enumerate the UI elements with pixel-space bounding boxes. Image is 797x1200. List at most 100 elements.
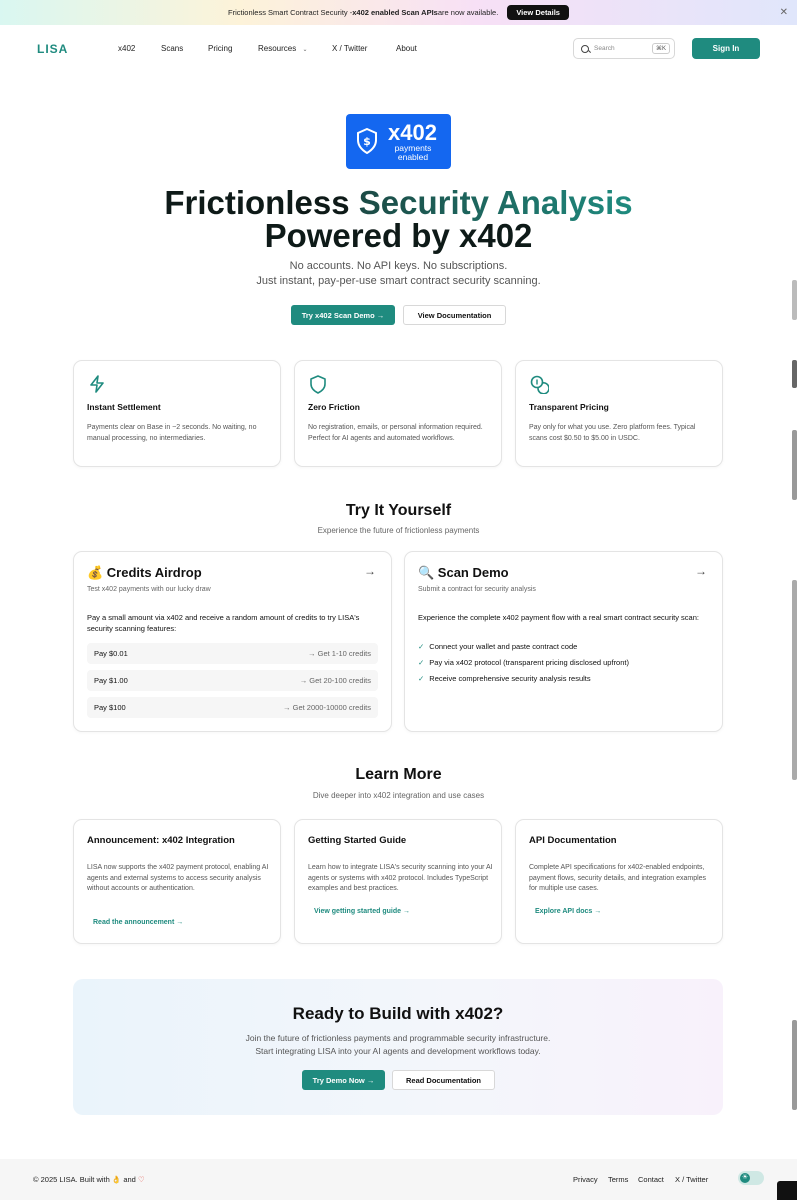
feature-card-instant-settlement: Instant Settlement Payments clear on Bas…	[73, 360, 281, 467]
scan-step-text: Pay via x402 protocol (transparent prici…	[429, 658, 629, 667]
learn-section-title: Learn More	[355, 766, 442, 783]
sun-icon: ☀	[740, 1173, 750, 1183]
scan-demo-card[interactable]: 🔍 Scan Demo → Submit a contract for secu…	[404, 551, 723, 732]
chevron-down-icon: ⌄	[302, 47, 308, 53]
tier-get: → Get 20-100 credits	[299, 676, 371, 685]
sign-in-button[interactable]: Sign In	[692, 38, 760, 59]
learn-card-getting-started: Getting Started Guide Learn how to integ…	[294, 819, 502, 944]
banner-text-prefix: Frictionless Smart Contract Security -	[228, 8, 353, 17]
learn-card-title: API Documentation	[529, 835, 617, 846]
tier-pay: Pay $0.01	[94, 649, 128, 658]
coins-icon	[530, 375, 549, 394]
tier-get: → Get 2000-10000 credits	[283, 703, 371, 712]
nav-item-resources[interactable]: Resources ⌄	[258, 44, 308, 53]
airdrop-body: Pay a small amount via x402 and receive …	[87, 613, 360, 633]
scan-step: ✓ Pay via x402 protocol (transparent pric…	[418, 658, 629, 667]
search-input[interactable]: Search ⌘K	[573, 38, 675, 59]
check-icon: ✓	[418, 674, 425, 683]
search-shortcut: ⌘K	[651, 43, 670, 54]
try-demo-now-button[interactable]: Try Demo Now →	[302, 1070, 385, 1090]
getting-started-link[interactable]: View getting started guide →	[314, 908, 410, 915]
scan-step-text: Receive comprehensive security analysis …	[429, 674, 591, 683]
learn-card-api-docs: API Documentation Complete API specifica…	[515, 819, 723, 944]
banner-text-bold: x402 enabled Scan APIs	[352, 8, 438, 17]
nav-item-scans[interactable]: Scans	[161, 44, 183, 53]
nav-item-x402[interactable]: x402	[118, 44, 135, 53]
credits-airdrop-card[interactable]: 💰 Credits Airdrop → Test x402 payments w…	[73, 551, 392, 732]
arrow-right-icon[interactable]: →	[364, 564, 376, 578]
feature-desc: Pay only for what you use. Zero platform…	[529, 424, 696, 442]
hero-title-line-1: Frictionless Security Analysis	[0, 186, 797, 219]
learn-card-desc: Learn how to integrate LISA's security s…	[308, 864, 493, 892]
airdrop-tier: Pay $0.01 → Get 1-10 credits	[87, 643, 378, 664]
theme-toggle[interactable]: ☀	[738, 1171, 764, 1185]
feature-title: Instant Settlement	[87, 402, 161, 412]
scan-step-text: Connect your wallet and paste contract c…	[429, 642, 578, 651]
learn-card-announcement: Announcement: x402 Integration LISA now …	[73, 819, 281, 944]
api-docs-link[interactable]: Explore API docs →	[535, 908, 601, 915]
learn-card-desc: Complete API specifications for x402-ena…	[529, 864, 707, 892]
tier-get: → Get 1-10 credits	[308, 649, 371, 658]
nav-item-twitter[interactable]: X / Twitter	[332, 44, 367, 53]
feature-title: Transparent Pricing	[529, 402, 609, 412]
read-documentation-button[interactable]: Read Documentation	[392, 1070, 495, 1090]
view-documentation-button[interactable]: View Documentation	[403, 305, 506, 325]
hero-subtitle-1: No accounts. No API keys. No subscriptio…	[289, 260, 508, 272]
thumb-icon: 👌	[111, 1175, 122, 1184]
x402-badge: $ x402 payments enabled	[346, 114, 451, 169]
announcement-banner: Frictionless Smart Contract Security - x…	[0, 0, 797, 25]
check-icon: ✓	[418, 658, 425, 667]
svg-text:$: $	[363, 135, 371, 148]
scan-demo-title: 🔍 Scan Demo	[418, 565, 509, 580]
feature-desc: No registration, emails, or personal inf…	[308, 424, 483, 442]
feature-card-zero-friction: Zero Friction No registration, emails, o…	[294, 360, 502, 467]
view-details-button[interactable]: View Details	[507, 5, 569, 20]
nav-item-pricing[interactable]: Pricing	[208, 44, 232, 53]
scan-step: ✓ Connect your wallet and paste contract …	[418, 642, 577, 651]
hero-title-highlight: Security Analysis	[358, 184, 633, 221]
top-nav: LISA x402 Scans Pricing Resources ⌄ X / …	[0, 25, 797, 73]
footer-link-contact[interactable]: Contact	[638, 1175, 664, 1184]
airdrop-subtitle: Test x402 payments with our lucky draw	[87, 586, 211, 593]
copyright: © 2025 LISA. Built with 👌 and ♡	[33, 1175, 145, 1184]
close-icon[interactable]: ✕	[780, 7, 788, 18]
airdrop-tier: Pay $100 → Get 2000-10000 credits	[87, 697, 378, 718]
cta-subtitle-1: Join the future of frictionless payments…	[245, 1033, 551, 1043]
cta-title: Ready to Build with x402?	[292, 1004, 504, 1023]
scrollbar-segment	[792, 280, 797, 320]
scrollbar-segment	[792, 580, 797, 780]
dollar-shield-icon: $	[357, 128, 377, 154]
heart-icon: ♡	[137, 1175, 145, 1184]
logo[interactable]: LISA	[37, 42, 68, 56]
scan-demo-subtitle: Submit a contract for security analysis	[418, 586, 536, 593]
tier-pay: Pay $1.00	[94, 676, 128, 685]
hero-subtitle-2: Just instant, pay-per-use smart contract…	[256, 275, 541, 287]
feature-desc: Payments clear on Base in ~2 seconds. No…	[87, 424, 257, 442]
footer-link-terms[interactable]: Terms	[608, 1175, 628, 1184]
scan-step: ✓ Receive comprehensive security analysis…	[418, 674, 591, 683]
read-announcement-link[interactable]: Read the announcement →	[93, 919, 183, 926]
try-scan-demo-button[interactable]: Try x402 Scan Demo →	[291, 305, 395, 325]
learn-section-subtitle: Dive deeper into x402 integration and us…	[312, 791, 485, 800]
hero-title-line-2: Powered by x402	[264, 217, 533, 254]
badge-subtitle: payments enabled	[394, 143, 432, 162]
copyright-and: and	[121, 1175, 138, 1184]
scrollbar[interactable]	[792, 280, 797, 1130]
try-section-title: Try It Yourself	[345, 502, 452, 519]
airdrop-title: 💰 Credits Airdrop	[87, 565, 202, 580]
corner-widget[interactable]	[777, 1181, 797, 1200]
learn-card-title: Getting Started Guide	[308, 835, 407, 846]
scrollbar-segment	[792, 1020, 797, 1110]
nav-item-about[interactable]: About	[396, 44, 417, 53]
feature-title: Zero Friction	[308, 402, 360, 412]
lightning-icon	[90, 375, 104, 393]
learn-card-title: Announcement: x402 Integration	[87, 835, 235, 846]
scrollbar-segment	[792, 430, 797, 500]
nav-item-resources-label: Resources	[258, 44, 297, 53]
tier-pay: Pay $100	[94, 703, 126, 712]
footer-link-twitter[interactable]: X / Twitter	[675, 1175, 708, 1184]
arrow-right-icon[interactable]: →	[695, 564, 707, 578]
search-placeholder: Search	[594, 45, 615, 52]
learn-card-desc: LISA now supports the x402 payment proto…	[87, 864, 269, 892]
footer-link-privacy[interactable]: Privacy	[573, 1175, 598, 1184]
